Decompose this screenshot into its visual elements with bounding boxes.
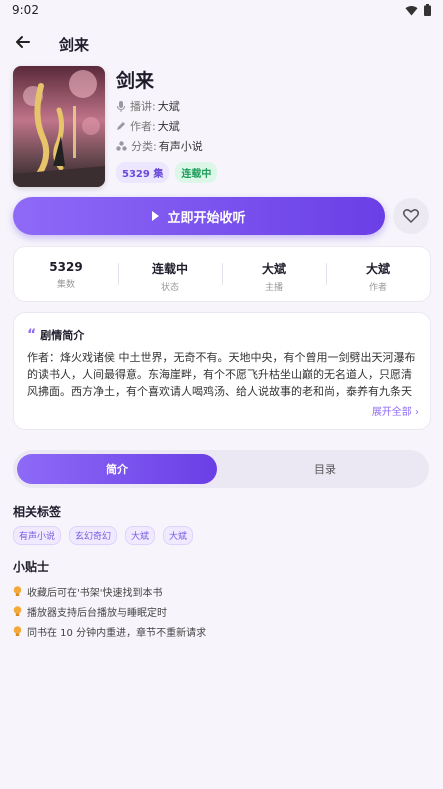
- cover-art: [13, 66, 105, 187]
- synopsis-header: “ 剧情简介: [27, 327, 84, 343]
- tag-item[interactable]: 有声小说: [13, 526, 62, 545]
- status-bar: 9:02: [0, 0, 443, 22]
- play-icon: [152, 211, 160, 221]
- app-bar: 剑来: [0, 28, 443, 60]
- lightbulb-icon: [13, 625, 22, 636]
- heart-icon: [403, 209, 419, 223]
- stat-label: 主播: [264, 283, 283, 293]
- narrator-value: 大斌: [157, 100, 180, 113]
- tag-list: 有声小说 玄幻奇幻 大斌 大斌: [13, 526, 194, 545]
- stat-label: 集数: [56, 280, 75, 290]
- tips-list: 收藏后可在'书架'快速找到本书 播放器支持后台播放与睡眠定时 同书在 10 分钟…: [13, 581, 206, 641]
- lightbulb-icon: [13, 585, 22, 596]
- stat-value: 5329: [49, 260, 83, 274]
- stat-value: 大斌: [365, 262, 390, 276]
- narrator-label: 播讲:: [130, 100, 156, 113]
- book-cover[interactable]: [13, 66, 105, 187]
- tip-item: 收藏后可在'书架'快速找到本书: [13, 581, 206, 601]
- tab-bar: 简介 目录: [13, 450, 429, 488]
- book-title: 剑来: [116, 70, 155, 92]
- tip-item: 同书在 10 分钟内重进，章节不重新请求: [13, 621, 206, 641]
- tip-item: 播放器支持后台播放与睡眠定时: [13, 601, 206, 621]
- tag-item[interactable]: 玄幻奇幻: [69, 526, 118, 545]
- tip-text: 播放器支持后台播放与睡眠定时: [27, 607, 167, 619]
- related-tags-title: 相关标签: [13, 505, 62, 519]
- category-row: 分类: 有声小说: [116, 137, 217, 155]
- synopsis-text: 作者：烽火戏诸侯 中土世界，无奇不有。天地中央，有个曾用一剑劈出天河瀑布的读书人…: [27, 351, 416, 398]
- author-value: 大斌: [157, 120, 180, 133]
- narrator-row: 播讲: 大斌: [116, 97, 217, 115]
- synopsis-card: “ 剧情简介 作者：烽火戏诸侯 中土世界，无奇不有。天地中央，有个曾用一剑劈出天…: [13, 312, 431, 430]
- stat-label: 作者: [368, 283, 387, 293]
- category-icon: [116, 141, 127, 151]
- stat-episodes: 5329 集数: [14, 247, 118, 301]
- battery-icon: [424, 4, 431, 16]
- status-time: 9:02: [12, 3, 39, 17]
- tip-text: 同书在 10 分钟内重进，章节不重新请求: [27, 627, 207, 639]
- stats-panel: 5329 集数 连载中 状态 大斌 主播 大斌 作者: [13, 246, 431, 302]
- status-badge: 连载中: [175, 162, 218, 183]
- tip-text: 收藏后可在'书架'快速找到本书: [27, 587, 163, 599]
- tag-item[interactable]: 大斌: [163, 526, 194, 545]
- category-label: 分类:: [131, 140, 157, 153]
- pen-icon: [117, 122, 125, 130]
- episodes-badge: 5329 集: [116, 162, 170, 183]
- stat-label: 状态: [160, 283, 179, 293]
- quote-icon: “: [27, 327, 37, 343]
- stat-author: 大斌 作者: [326, 247, 430, 301]
- wifi-icon: [405, 5, 418, 15]
- microphone-icon: [117, 100, 125, 112]
- author-label: 作者:: [130, 120, 156, 133]
- stat-narrator: 大斌 主播: [222, 247, 326, 301]
- tag-item[interactable]: 大斌: [125, 526, 156, 545]
- stat-value: 大斌: [261, 262, 286, 276]
- page-title: 剑来: [59, 36, 90, 54]
- stat-value: 连载中: [151, 262, 188, 276]
- category-value: 有声小说: [158, 140, 203, 153]
- stat-status: 连载中 状态: [118, 247, 222, 301]
- tab-catalog[interactable]: 目录: [225, 454, 425, 484]
- back-arrow-icon[interactable]: [12, 31, 34, 53]
- book-info: 剑来 播讲: 大斌 作者: 大斌 分类: 有声小说 5329 集 连载中: [116, 66, 218, 183]
- tips-title: 小贴士: [13, 560, 50, 574]
- start-listening-label: 立即开始收听: [167, 210, 246, 226]
- favorite-button[interactable]: [393, 198, 429, 234]
- tab-intro[interactable]: 简介: [17, 454, 217, 484]
- author-row: 作者: 大斌: [116, 117, 217, 135]
- start-listening-button[interactable]: 立即开始收听: [13, 197, 385, 235]
- lightbulb-icon: [13, 605, 22, 616]
- expand-all-link[interactable]: 展开全部 ›: [372, 403, 419, 418]
- status-icons: [405, 4, 431, 16]
- synopsis-title: 剧情简介: [40, 329, 85, 342]
